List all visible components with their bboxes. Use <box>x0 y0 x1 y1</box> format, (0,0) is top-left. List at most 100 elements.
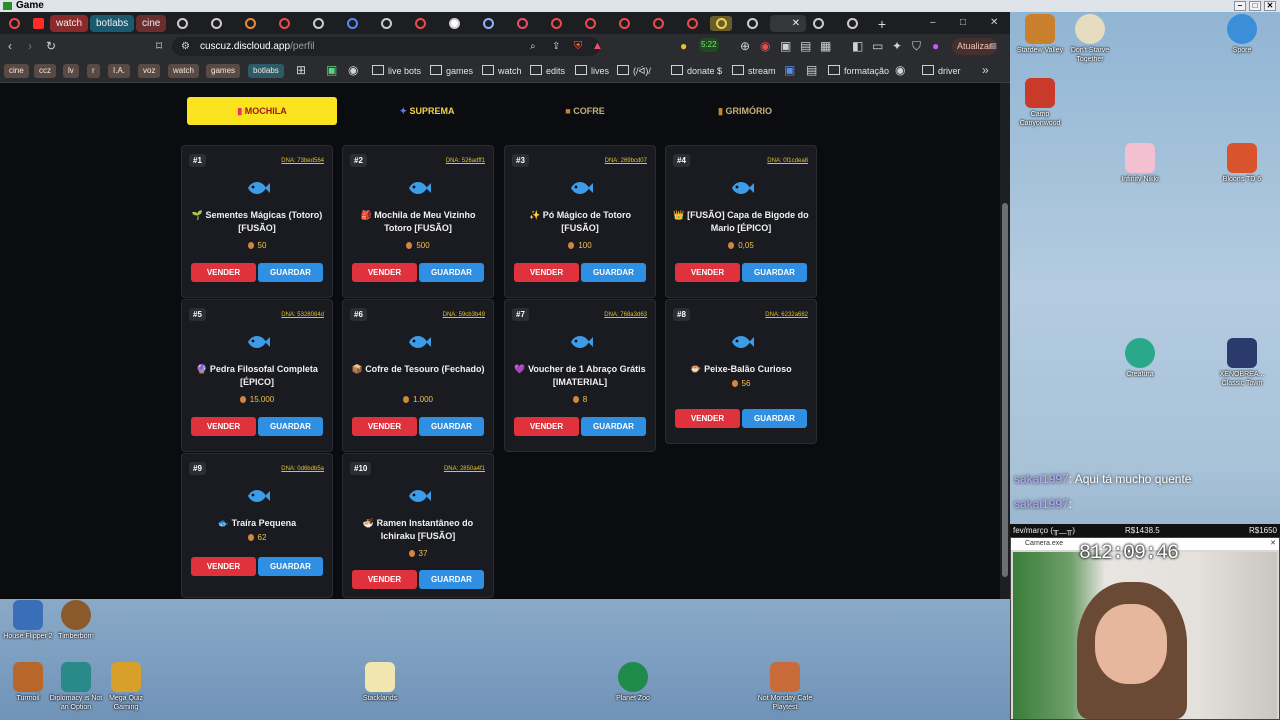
tab-watch[interactable]: watch <box>50 15 89 32</box>
browser-app-icon[interactable] <box>2 16 26 31</box>
tab-favicon-11[interactable] <box>510 16 534 31</box>
item-dna-link[interactable]: DNA: 768a3d63 <box>604 311 647 319</box>
tab-favicon-1[interactable] <box>170 16 194 31</box>
bookmark-kaomoji[interactable]: (/ᐛ)/ <box>617 65 651 77</box>
maximize-button[interactable]: □ <box>1249 1 1261 11</box>
reload-icon[interactable]: ↻ <box>46 40 56 52</box>
sell-button[interactable]: VENDER <box>514 417 579 436</box>
sell-button[interactable]: VENDER <box>675 409 740 428</box>
desktop-icon-mega-quiz[interactable]: Mega Quiz Gaming <box>98 662 154 712</box>
store-button[interactable]: GUARDAR <box>419 417 484 436</box>
bookmark-watch[interactable]: watch <box>482 65 522 77</box>
profile-icon[interactable]: ● <box>932 40 939 52</box>
forward-arrow-icon[interactable]: › <box>28 40 32 52</box>
sell-button[interactable]: VENDER <box>675 263 740 282</box>
item-dna-link[interactable]: DNA: 5328084d <box>281 311 324 319</box>
tab-favicon-3[interactable] <box>238 16 262 31</box>
desktop-icon-xenobreak[interactable]: XENOBREA... Classic Town <box>1214 338 1270 388</box>
store-button[interactable]: GUARDAR <box>419 570 484 589</box>
tab-favicon-20[interactable] <box>840 16 864 31</box>
youtube-tab-icon[interactable] <box>26 16 50 31</box>
bookmark-formatacao[interactable]: formatação <box>828 65 889 77</box>
tab-favicon-18[interactable] <box>740 16 764 31</box>
desktop-icon-stacklands[interactable]: Stacklands <box>352 662 408 703</box>
sell-button[interactable]: VENDER <box>191 417 256 436</box>
bookmark-favicon-2[interactable]: ◉ <box>348 64 358 76</box>
item-dna-link[interactable]: DNA: 2850a4f1 <box>444 465 485 473</box>
tab-mochila[interactable]: ▮ MOCHILA <box>187 97 337 125</box>
tab-favicon-6[interactable] <box>340 16 364 31</box>
tab-cofre[interactable]: ■ COFRE <box>510 97 660 125</box>
tab-botlabs[interactable]: botlabs <box>90 15 135 32</box>
tab-favicon-14[interactable] <box>612 16 636 31</box>
extension-icon-2[interactable]: ⊕ <box>740 40 750 52</box>
bookmarks-overflow-button[interactable]: » <box>982 64 989 76</box>
store-button[interactable]: GUARDAR <box>258 263 323 282</box>
back-arrow-icon[interactable]: ‹ <box>8 40 12 52</box>
desktop-icon-camp-canyonwood[interactable]: Camp Canyonwood <box>1012 78 1068 128</box>
extension-icon-3[interactable]: ◉ <box>760 40 770 52</box>
store-button[interactable]: GUARDAR <box>258 417 323 436</box>
tab-favicon-2[interactable] <box>204 16 228 31</box>
bookmark-tag-voz[interactable]: voz <box>138 64 161 78</box>
tab-grimorio[interactable]: ▮ GRIMÓRIO <box>670 97 820 125</box>
zoom-icon[interactable]: ⌕ <box>530 41 536 53</box>
browser-maximize-button[interactable]: □ <box>960 17 966 29</box>
desktop-icon-creatura[interactable]: Creatura <box>1112 338 1168 379</box>
desktop-icon-infinity-nikki[interactable]: Infinity Nikki <box>1112 143 1168 184</box>
item-dna-link[interactable]: DNA: 0f1cdea8 <box>767 157 808 165</box>
store-button[interactable]: GUARDAR <box>258 557 323 576</box>
desktop-icon-diplomacy[interactable]: Diplomacy is Not an Option <box>48 662 104 712</box>
sell-button[interactable]: VENDER <box>352 570 417 589</box>
tab-favicon-16[interactable] <box>680 16 704 31</box>
tab-favicon-12[interactable] <box>544 16 568 31</box>
sell-button[interactable]: VENDER <box>514 263 579 282</box>
extension-icon-4[interactable]: ▣ <box>780 40 791 52</box>
bookmark-tag-r[interactable]: r <box>87 64 100 78</box>
sell-button[interactable]: VENDER <box>352 417 417 436</box>
browser-close-button[interactable]: ✕ <box>990 17 998 29</box>
extension-icon-1[interactable]: ● <box>680 40 687 52</box>
bookmark-driver[interactable]: driver <box>922 65 961 77</box>
desktop-icon-timberborn[interactable]: Timberborn <box>48 600 104 641</box>
desktop-icon-not-monday-cafe[interactable]: Not Monday Cafe Playtest <box>757 662 813 712</box>
tab-favicon-15[interactable] <box>646 16 670 31</box>
tab-favicon-8[interactable] <box>408 16 432 31</box>
tab-favicon-9[interactable] <box>442 16 466 31</box>
bookmark-edits[interactable]: edits <box>530 65 565 77</box>
minimize-button[interactable]: – <box>1234 1 1246 11</box>
bookmark-favicon-1[interactable]: ▣ <box>326 64 337 76</box>
tab-suprema[interactable]: ✦ SUPREMA <box>352 97 502 125</box>
item-dna-link[interactable]: DNA: 6232a682 <box>765 311 808 319</box>
tab-favicon-10[interactable] <box>476 16 500 31</box>
bookmark-donate[interactable]: donate $ <box>671 65 722 77</box>
tab-favicon-5[interactable] <box>306 16 330 31</box>
item-dna-link[interactable]: DNA: 526adff1 <box>446 157 485 165</box>
wallet-icon[interactable]: ▭ <box>872 40 883 52</box>
tab-favicon-13[interactable] <box>578 16 602 31</box>
tab-cine[interactable]: cine <box>136 15 167 32</box>
vpn-icon[interactable]: ⛉ <box>912 40 921 52</box>
desktop-icon-spore[interactable]: Spore <box>1214 14 1270 55</box>
bookmark-favicon-4[interactable]: ▤ <box>806 64 817 76</box>
page-scrollbar[interactable] <box>1000 83 1010 599</box>
camera-close-icon[interactable]: ✕ <box>1270 538 1276 550</box>
bookmark-tag-botlabs[interactable]: botlabs <box>248 64 284 78</box>
new-tab-button[interactable]: + <box>870 16 894 32</box>
item-dna-link[interactable]: DNA: 59cb3b49 <box>443 311 485 319</box>
bookmark-stream[interactable]: stream <box>732 65 776 77</box>
tab-favicon-19[interactable] <box>806 16 830 31</box>
store-button[interactable]: GUARDAR <box>581 263 646 282</box>
item-dna-link[interactable]: DNA: 73bed564 <box>281 157 324 165</box>
extension-icon-5[interactable]: ▤ <box>800 40 811 52</box>
bookmark-lives[interactable]: lives <box>575 65 609 77</box>
apps-grid-icon[interactable]: ⊞ <box>296 64 306 76</box>
bookmark-favicon-3[interactable]: ▣ <box>784 64 795 76</box>
tab-favicon-4[interactable] <box>272 16 296 31</box>
menu-icon[interactable]: ≡ <box>990 40 997 52</box>
bookmark-icon[interactable]: ⌑ <box>156 40 162 52</box>
item-dna-link[interactable]: DNA: 269bcd07 <box>605 157 647 165</box>
bookmark-tag-cine[interactable]: cine <box>4 64 29 78</box>
sell-button[interactable]: VENDER <box>191 557 256 576</box>
store-button[interactable]: GUARDAR <box>742 409 807 428</box>
